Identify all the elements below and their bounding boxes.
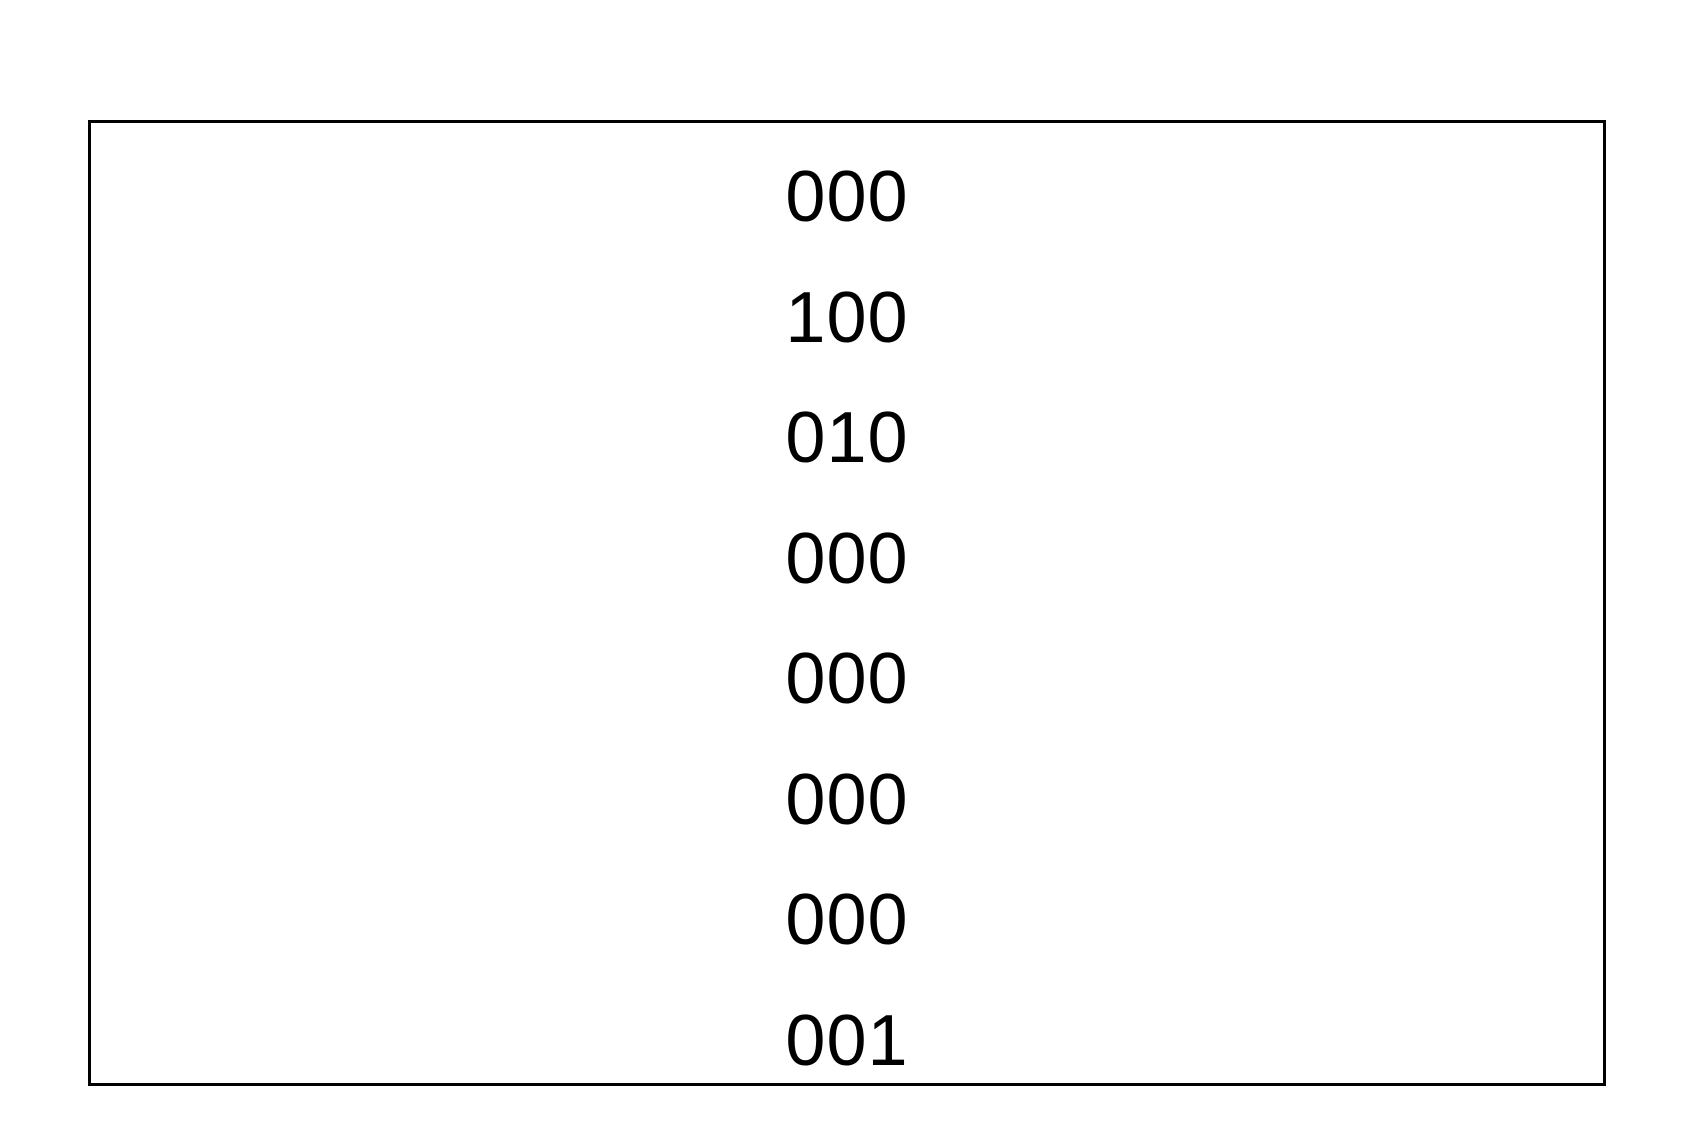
code-list: 000 100 010 000 000 000 000 001	[91, 137, 1603, 1101]
code-row-5: 000	[785, 639, 909, 720]
code-row-7: 000	[785, 880, 909, 961]
code-row-2: 100	[785, 277, 909, 358]
code-row-4: 000	[785, 518, 909, 599]
code-row-3: 010	[785, 398, 909, 479]
code-row-6: 000	[785, 759, 909, 840]
code-row-8: 001	[785, 1000, 909, 1081]
code-table-frame: 000 100 010 000 000 000 000 001	[88, 120, 1606, 1086]
code-row-1: 000	[785, 157, 909, 238]
